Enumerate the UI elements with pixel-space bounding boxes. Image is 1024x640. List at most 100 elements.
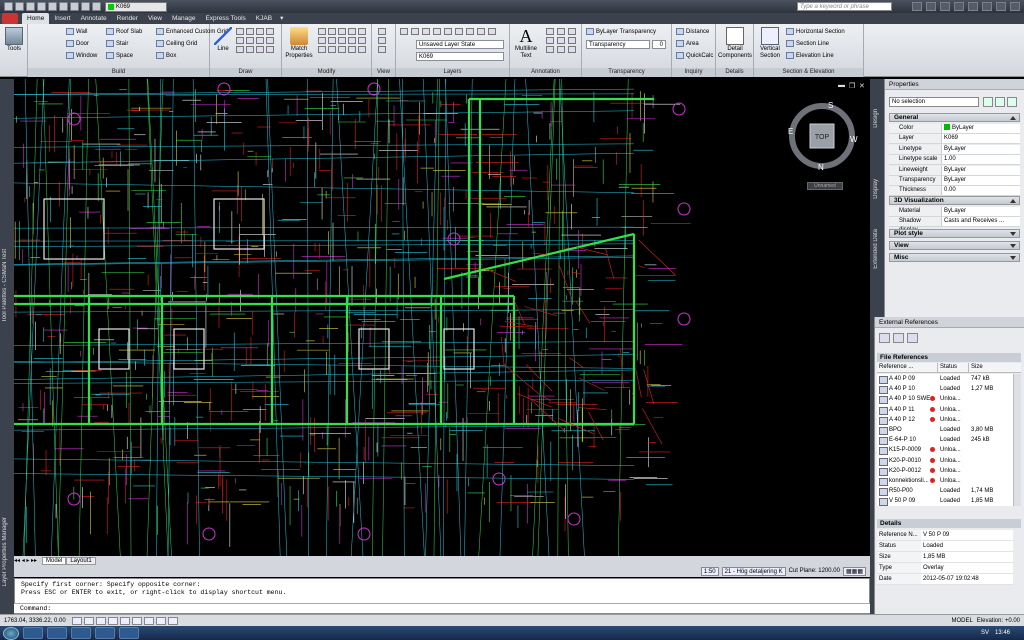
draw-panel-title[interactable]: Draw	[210, 68, 281, 77]
ducs-icon[interactable]	[143, 616, 154, 625]
tools-button[interactable]: Tools	[4, 27, 24, 53]
language-indicator[interactable]: SV	[981, 630, 989, 636]
annotation-scale[interactable]: 1:50	[700, 566, 719, 576]
orbit-icon[interactable]	[378, 46, 386, 53]
chamfer-icon[interactable]	[358, 46, 366, 53]
tab-layout1[interactable]: Layout1	[66, 556, 96, 565]
layer-off-icon[interactable]	[433, 28, 441, 35]
tab-express-tools[interactable]: Express Tools	[200, 13, 250, 24]
tab-home[interactable]: Home	[22, 13, 50, 24]
rectangle-icon[interactable]	[266, 28, 274, 35]
property-row[interactable]: Material ByLayer	[889, 207, 1020, 217]
arc-icon[interactable]	[256, 28, 264, 35]
select-objects-icon[interactable]	[995, 97, 1005, 107]
viewport-minimize-icon[interactable]: ▬	[838, 82, 845, 89]
layer-dropdown[interactable]: K069	[105, 1, 167, 12]
sun-icon[interactable]	[81, 2, 90, 11]
tab-manage[interactable]: Manage	[167, 13, 201, 24]
layer-previous-icon[interactable]	[466, 28, 474, 35]
mirror-icon[interactable]	[328, 37, 336, 44]
help-search-input[interactable]: Type a keyword or phrase	[797, 2, 892, 11]
dimension-icon[interactable]	[546, 28, 554, 35]
viewcube[interactable]: TOP S W N E	[786, 100, 858, 172]
zoom-icon[interactable]	[378, 28, 386, 35]
modify-panel-title[interactable]: Modify	[282, 68, 371, 77]
layer-state-dropdown[interactable]: Unsaved Layer State	[416, 40, 504, 49]
xref-row[interactable]: konnektionsli... Unloa...	[877, 476, 1013, 487]
join-icon[interactable]	[348, 46, 356, 53]
taskbar-explorer-icon[interactable]	[47, 627, 67, 639]
ribbon-collapse-icon[interactable]: ▾	[277, 13, 286, 24]
view-panel-title[interactable]: View	[372, 68, 395, 77]
space-button[interactable]: Space	[106, 52, 133, 59]
tool-palettes-tab[interactable]: Tool Palettes - CSMaN Test	[2, 249, 8, 322]
star-icon[interactable]	[954, 2, 964, 11]
array-icon[interactable]	[358, 37, 366, 44]
layer-match-icon[interactable]	[455, 28, 463, 35]
section-mark-icon[interactable]	[557, 46, 565, 53]
dyn-icon[interactable]	[155, 616, 166, 625]
toggle-pickadd-icon[interactable]	[983, 97, 993, 107]
wall-button[interactable]: Wall	[66, 28, 87, 35]
xref-row[interactable]: BPO Loaded 3,80 MB	[877, 425, 1013, 436]
table-insert-icon[interactable]	[568, 28, 576, 35]
polar-icon[interactable]	[107, 616, 118, 625]
general-section[interactable]: General	[889, 113, 1020, 122]
build-panel-title[interactable]: Build	[28, 68, 209, 77]
xref-row[interactable]: A 40 P 10 SWE... Unloa...	[877, 394, 1013, 405]
tab-render[interactable]: Render	[112, 13, 143, 24]
view-section[interactable]: View	[889, 241, 1020, 250]
osnap-icon[interactable]	[119, 616, 130, 625]
section-panel-title[interactable]: Section & Elevation	[754, 68, 863, 77]
property-value[interactable]: 0.00	[941, 186, 1020, 196]
area-button[interactable]: Area	[676, 40, 699, 47]
tab-insert[interactable]: Insert	[49, 13, 75, 24]
stretch-icon[interactable]	[318, 46, 326, 53]
taskbar-autocad-icon[interactable]	[119, 627, 139, 639]
column-reference[interactable]: Reference ...	[877, 363, 938, 372]
property-value[interactable]: ByLayer	[941, 207, 1020, 216]
elevation-mark-icon[interactable]	[568, 46, 576, 53]
layers-panel-title[interactable]: Layers	[396, 68, 509, 77]
drawing-canvas[interactable]	[14, 79, 870, 556]
copy-icon[interactable]	[318, 37, 326, 44]
viewport-restore-icon[interactable]: ❐	[849, 82, 855, 90]
offset-icon[interactable]	[348, 37, 356, 44]
tag-icon[interactable]	[546, 37, 554, 44]
snap-icon[interactable]	[71, 616, 82, 625]
xref-row[interactable]: A 40 P 10 Loaded 1,27 MB	[877, 384, 1013, 395]
column-status[interactable]: Status	[938, 363, 969, 372]
xref-row[interactable]: E-64-P 10 Loaded 245 kB	[877, 435, 1013, 446]
ceiling-grid-button[interactable]: Ceiling Grid	[156, 40, 197, 47]
tab-design[interactable]: Design	[873, 109, 879, 128]
property-row[interactable]: Linetype scale 1.00	[889, 155, 1020, 166]
hatch-icon[interactable]	[236, 37, 244, 44]
save-icon[interactable]	[26, 2, 35, 11]
user-icon[interactable]	[926, 2, 936, 11]
window-button[interactable]: Window	[66, 52, 97, 59]
details-panel-title[interactable]: Details	[716, 68, 753, 77]
polyline-icon[interactable]	[236, 28, 244, 35]
line-button[interactable]: Line	[214, 27, 232, 53]
refresh-icon[interactable]	[893, 333, 904, 343]
current-layer-dropdown[interactable]: K069	[416, 52, 504, 61]
selection-dropdown[interactable]: No selection	[889, 97, 979, 107]
circle-icon[interactable]	[246, 28, 254, 35]
model-space-toggle[interactable]: MODEL	[951, 618, 972, 624]
xref-row[interactable]: K15-P-0009 Unloa...	[877, 445, 1013, 456]
taskbar-app-icon[interactable]	[95, 627, 115, 639]
explode-icon[interactable]	[358, 28, 366, 35]
otrack-icon[interactable]	[131, 616, 142, 625]
layer-unisolate-icon[interactable]	[488, 28, 496, 35]
pan-icon[interactable]	[378, 37, 386, 44]
minimize-icon[interactable]	[982, 2, 992, 11]
annotation-panel-title[interactable]: Annotation	[510, 68, 581, 77]
xref-row[interactable]: K20-P-0012 Unloa...	[877, 466, 1013, 476]
point-icon[interactable]	[236, 46, 244, 53]
door-button[interactable]: Door	[66, 40, 89, 47]
property-row[interactable]: Layer K069	[889, 134, 1020, 145]
xref-row[interactable]: R50-P00 Loaded 1,74 MB	[877, 486, 1013, 497]
xref-row[interactable]: A 40 P 12 Unloa...	[877, 415, 1013, 425]
leader-icon[interactable]	[557, 28, 565, 35]
property-row[interactable]: Lineweight ByLayer	[889, 165, 1020, 176]
